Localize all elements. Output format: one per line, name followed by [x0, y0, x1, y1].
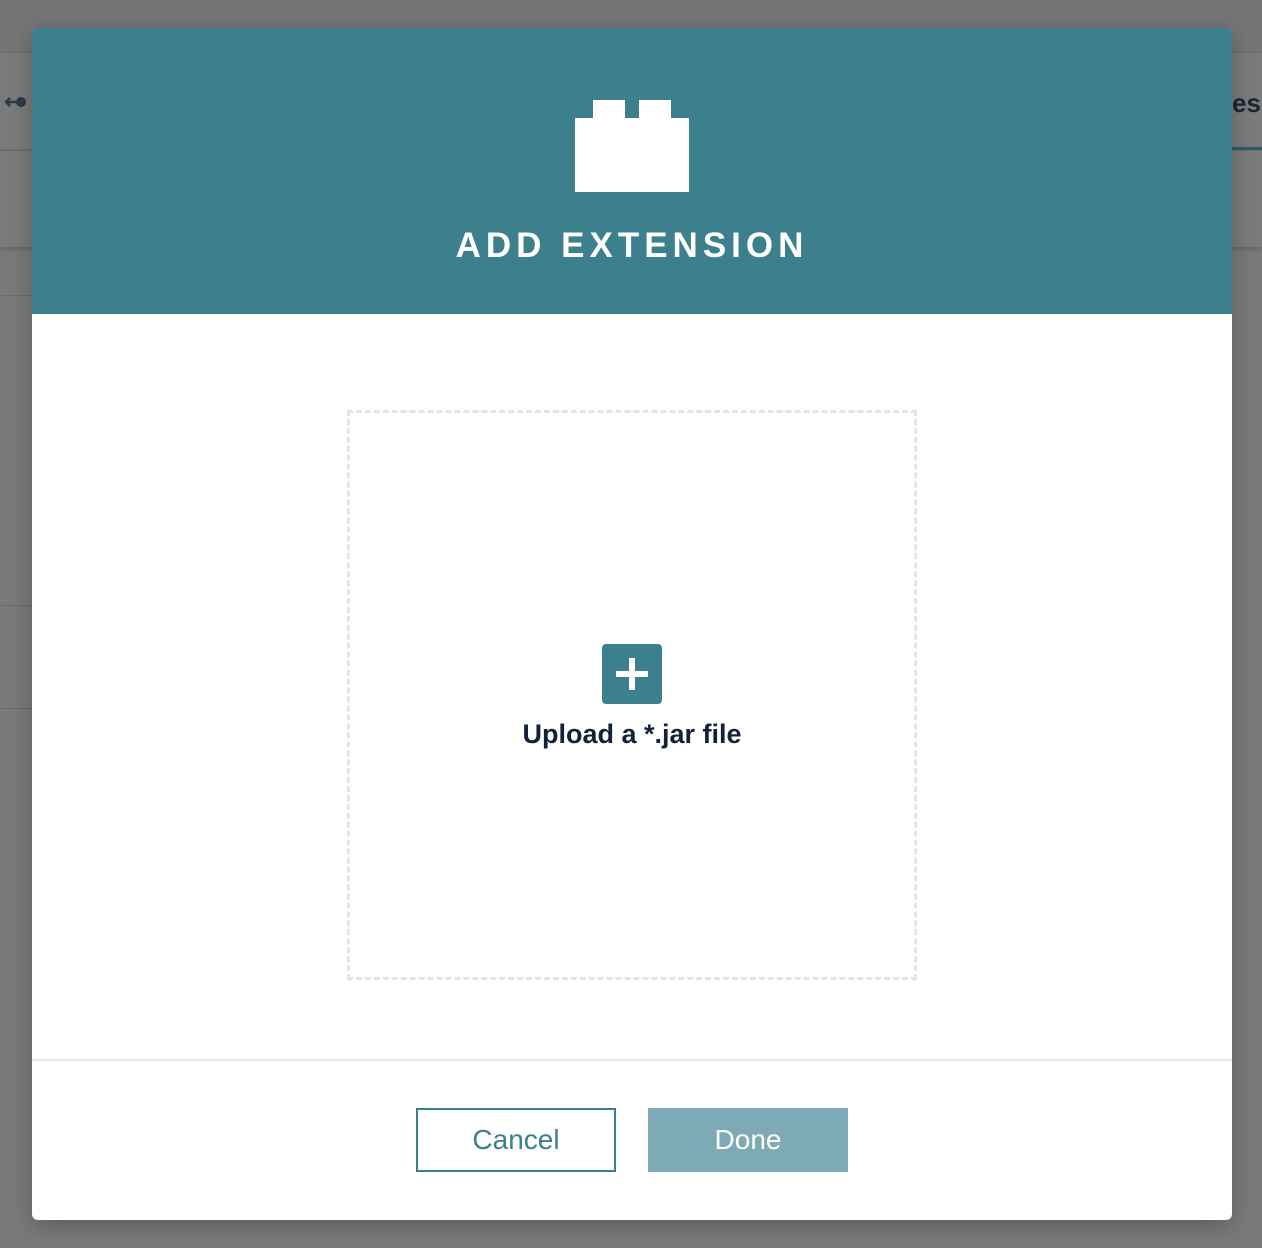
background-tab-label: es: [1232, 88, 1261, 118]
jar-upload-dropzone[interactable]: Upload a *.jar file: [347, 410, 917, 980]
back-arrow-icon: [2, 93, 28, 111]
plus-icon[interactable]: [602, 644, 662, 704]
modal-header: ADD EXTENSION: [32, 28, 1232, 314]
add-extension-modal: ADD EXTENSION Upload a *.jar file Cancel…: [32, 28, 1232, 1220]
upload-label[interactable]: Upload a *.jar file: [350, 719, 914, 750]
background-tab-underline: [1232, 147, 1262, 150]
done-button[interactable]: Done: [648, 1108, 848, 1172]
cancel-button[interactable]: Cancel: [416, 1108, 616, 1172]
footer-divider: [32, 1059, 1232, 1061]
modal-title: ADD EXTENSION: [455, 226, 809, 265]
puzzle-block-icon: [575, 100, 689, 192]
